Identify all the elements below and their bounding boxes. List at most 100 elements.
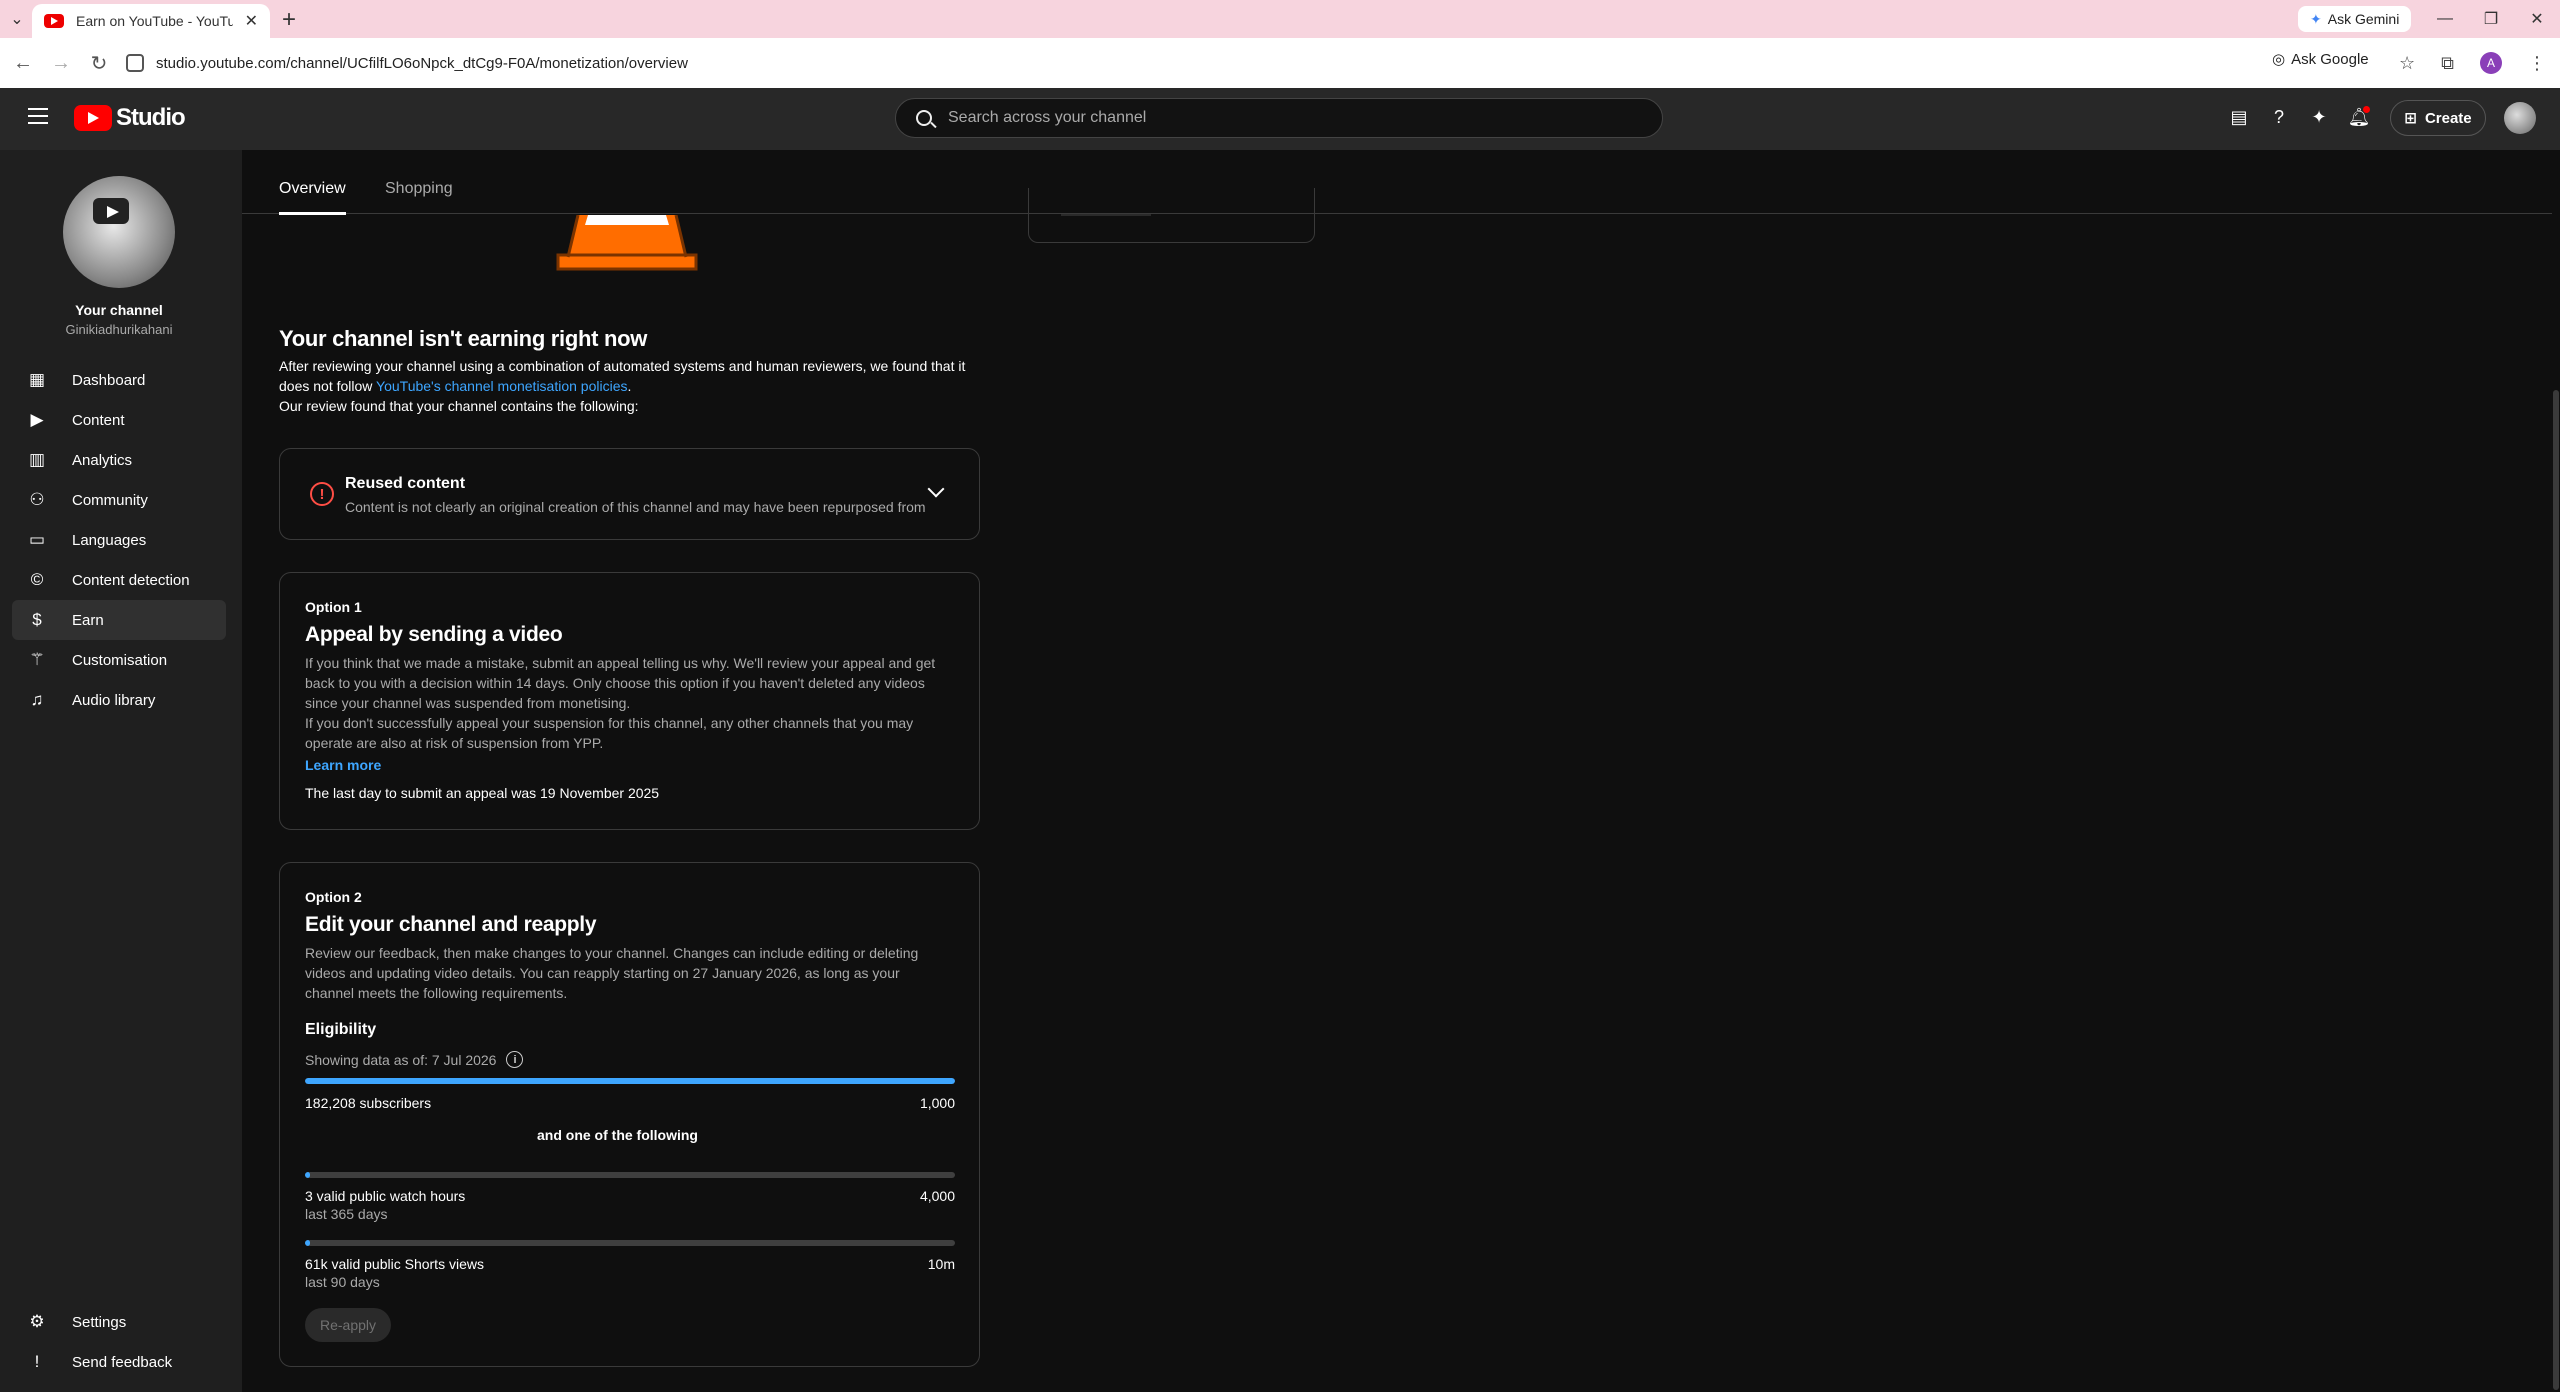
reused-content-description: Content is not clearly an original creat… xyxy=(345,499,925,515)
address-bar-actions: ☆ ⧉ A ⋮ xyxy=(2399,48,2560,78)
bookmark-star-icon[interactable]: ☆ xyxy=(2399,53,2415,74)
youtube-favicon-icon xyxy=(44,14,64,28)
sparkle-icon: ✦ xyxy=(2310,10,2322,27)
restore-icon[interactable]: ❐ xyxy=(2468,9,2514,29)
learn-more-link[interactable]: Learn more xyxy=(305,757,381,773)
youtube-logo-icon xyxy=(74,105,112,131)
messages-icon[interactable]: ▤ xyxy=(2228,106,2250,128)
data-as-of-text: Showing data as of: 7 Jul 2026 xyxy=(305,1051,497,1068)
page-scrollbar[interactable] xyxy=(2552,150,2560,1392)
lens-icon: ◎ xyxy=(2272,51,2286,68)
analytics-icon: ▥ xyxy=(28,450,46,469)
minimize-icon[interactable]: — xyxy=(2422,10,2468,28)
sidebar-item-label: Earn xyxy=(72,611,104,629)
browser-tab[interactable]: Earn on YouTube - YouTube St... ✕ xyxy=(32,4,270,38)
chevron-down-icon[interactable] xyxy=(927,480,945,498)
sidebar-nav: ▦ Dashboard ▶ Content ▥ Analytics ⚇ Communit… xyxy=(12,360,226,720)
scrollbar-thumb[interactable] xyxy=(2553,390,2559,1390)
watch-hours-row: 3 valid public watch hours 4,000 xyxy=(305,1188,955,1204)
subscribers-target: 1,000 xyxy=(919,1095,955,1111)
back-icon[interactable]: ← xyxy=(4,52,42,75)
sidebar-item-dashboard[interactable]: ▦ Dashboard xyxy=(12,360,226,400)
watch-hours-progress-fill xyxy=(305,1172,311,1178)
account-avatar[interactable] xyxy=(2504,102,2536,134)
forward-icon[interactable]: → xyxy=(42,52,80,75)
sidebar-item-content-detection[interactable]: © Content detection xyxy=(12,560,226,600)
watch-hours-period: last 365 days xyxy=(305,1206,388,1222)
tab-search-icon[interactable]: ⌄ xyxy=(0,0,34,38)
site-info-icon[interactable] xyxy=(126,54,144,72)
create-button[interactable]: ⊞ Create xyxy=(2390,100,2486,136)
sidebar-item-label: Settings xyxy=(72,1313,127,1331)
page-title: Your channel isn't earning right now xyxy=(279,326,648,351)
subscribers-progress-fill xyxy=(305,1078,955,1084)
browser-menu-icon[interactable]: ⋮ xyxy=(2528,53,2546,74)
reload-icon[interactable]: ↻ xyxy=(80,51,118,76)
new-tab-button[interactable]: + xyxy=(282,6,296,34)
close-tab-icon[interactable]: ✕ xyxy=(245,11,258,31)
window-controls: — ❐ ✕ xyxy=(2422,0,2560,38)
help-icon[interactable]: ? xyxy=(2268,106,2290,128)
tab-shopping[interactable]: Shopping xyxy=(385,180,453,212)
browser-tabbar: ⌄ Earn on YouTube - YouTube St... ✕ + ✦ … xyxy=(0,0,2560,38)
data-as-of: Showing data as of: 7 Jul 2026 i xyxy=(305,1051,524,1068)
sidebar-item-content[interactable]: ▶ Content xyxy=(12,400,226,440)
appeal-last-day: The last day to submit an appeal was 19 … xyxy=(305,785,660,801)
subscribers-row: 182,208 subscribers 1,000 xyxy=(305,1095,955,1111)
option-2-card: Option 2 Edit your channel and reapply R… xyxy=(279,862,980,1367)
sidebar-item-label: Content xyxy=(72,411,125,429)
intro-text: After reviewing your channel using a com… xyxy=(279,356,979,416)
shorts-views-target: 10m xyxy=(927,1256,955,1272)
sidebar-item-audio-library[interactable]: ♫ Audio library xyxy=(12,680,226,720)
channel-avatar[interactable] xyxy=(63,176,175,288)
gear-icon: ⚙ xyxy=(29,1312,45,1331)
ask-google-button[interactable]: ◎ Ask Google xyxy=(2272,50,2369,69)
side-card xyxy=(1028,188,1315,243)
sidebar-item-community[interactable]: ⚇ Community xyxy=(12,480,226,520)
sidebar-item-analytics[interactable]: ▥ Analytics xyxy=(12,440,226,480)
search-box[interactable] xyxy=(895,98,1663,138)
sidebar-item-settings[interactable]: ⚙ Settings xyxy=(12,1302,226,1342)
sparkle-icon[interactable]: ✦ xyxy=(2308,106,2330,128)
watch-hours-progress-bar xyxy=(305,1172,955,1178)
studio-logo[interactable]: Studio xyxy=(74,104,186,132)
option-2-title: Edit your channel and reapply xyxy=(305,913,597,936)
address-bar: ← → ↻ studio.youtube.com/channel/UCfilfL… xyxy=(0,38,2560,88)
sidebar-item-customisation[interactable]: ⚚ Customisation xyxy=(12,640,226,680)
option-1-card: Option 1 Appeal by sending a video If yo… xyxy=(279,572,980,830)
subscribers-progress-bar xyxy=(305,1078,955,1084)
sidebar-item-label: Analytics xyxy=(72,451,133,469)
video-add-icon: ⊞ xyxy=(2404,110,2417,127)
close-window-icon[interactable]: ✕ xyxy=(2514,9,2560,29)
browser-profile-avatar[interactable]: A xyxy=(2480,52,2502,74)
option-2-paragraph: Review our feedback, then make changes t… xyxy=(305,945,919,1001)
notifications-bell-icon[interactable]: 🔔︎ xyxy=(2348,106,2370,128)
create-label: Create xyxy=(2424,109,2472,127)
sidebar-item-earn[interactable]: $ Earn xyxy=(12,600,226,640)
reused-content-card[interactable]: ! Reused content Content is not clearly … xyxy=(279,448,980,540)
ask-gemini-label: Ask Gemini xyxy=(2327,11,2400,27)
monetization-tabs: Overview Shopping xyxy=(242,150,2552,215)
option-1-paragraph-1: If you think that we made a mistake, sub… xyxy=(305,655,936,711)
monetisation-policies-link[interactable]: YouTube's channel monetisation policies xyxy=(376,378,627,394)
tab-overview[interactable]: Overview xyxy=(279,180,346,215)
sidebar-item-label: Customisation xyxy=(72,651,168,669)
extensions-icon[interactable]: ⧉ xyxy=(2441,53,2454,74)
search-icon xyxy=(916,110,932,126)
shorts-views-period: last 90 days xyxy=(305,1274,380,1290)
watch-hours-target: 4,000 xyxy=(919,1188,955,1204)
reapply-button[interactable]: Re-apply xyxy=(305,1308,391,1342)
sidebar-item-send-feedback[interactable]: ! Send feedback xyxy=(12,1342,226,1382)
url-field[interactable]: studio.youtube.com/channel/UCfilfLO6oNpc… xyxy=(126,48,2226,78)
reused-content-title: Reused content xyxy=(345,475,466,492)
and-one-of-following: and one of the following xyxy=(537,1127,698,1143)
menu-icon[interactable] xyxy=(28,108,48,124)
ask-gemini-button[interactable]: ✦ Ask Gemini xyxy=(2298,6,2412,32)
sidebar-item-languages[interactable]: ▭ Languages xyxy=(12,520,226,560)
search-input[interactable] xyxy=(948,109,1628,127)
magic-wand-icon: ⚚ xyxy=(29,650,45,669)
channel-name: Ginikiadhurikahani xyxy=(65,322,173,337)
intro-text-3: Our review found that your channel conta… xyxy=(279,398,639,414)
info-icon[interactable]: i xyxy=(506,1051,524,1068)
option-1-title: Appeal by sending a video xyxy=(305,623,563,646)
